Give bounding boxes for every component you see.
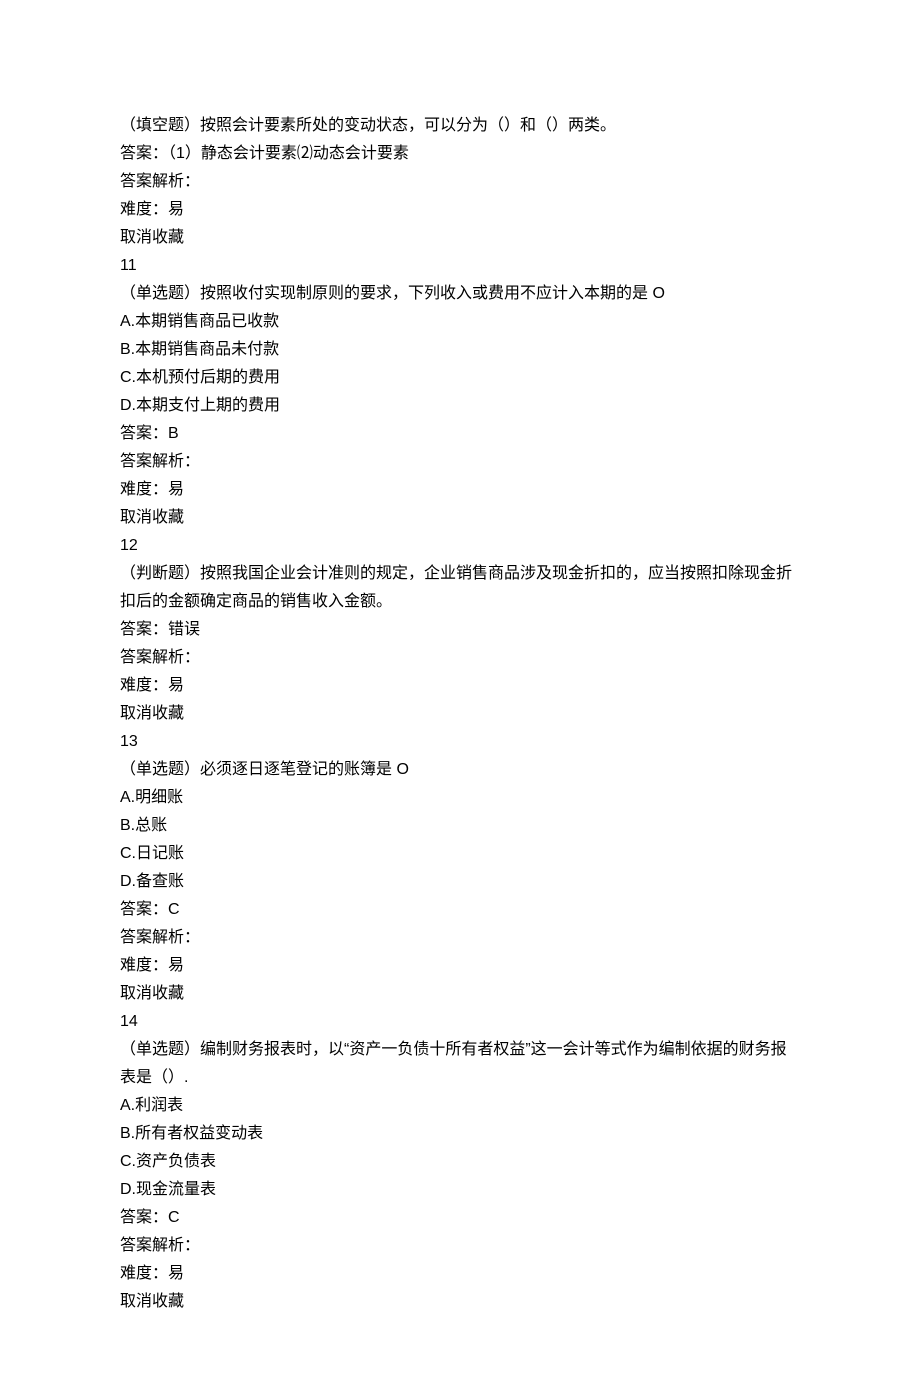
option-d: D.备查账 bbox=[120, 868, 800, 896]
document-page: （填空题）按照会计要素所处的变动状态，可以分为（）和（）两类。 答案：（1）静态… bbox=[0, 0, 920, 1376]
option-a: A.明细账 bbox=[120, 784, 800, 812]
analysis-line: 答案解析： bbox=[120, 448, 800, 476]
answer-line: 答案：（1）静态会计要素⑵动态会计要素 bbox=[120, 140, 800, 168]
answer-line: 答案：B bbox=[120, 420, 800, 448]
question-number: 12 bbox=[120, 532, 800, 560]
question-stem: （填空题）按照会计要素所处的变动状态，可以分为（）和（）两类。 bbox=[120, 112, 800, 140]
favorite-toggle[interactable]: 取消收藏 bbox=[120, 504, 800, 532]
favorite-toggle[interactable]: 取消收藏 bbox=[120, 700, 800, 728]
analysis-line: 答案解析： bbox=[120, 1232, 800, 1260]
question-stem: （单选题）编制财务报表时，以“资产一负债十所有者权益”这一会计等式作为编制依据的… bbox=[120, 1036, 800, 1092]
option-d: D.现金流量表 bbox=[120, 1176, 800, 1204]
option-b: B.总账 bbox=[120, 812, 800, 840]
answer-line: 答案：C bbox=[120, 1204, 800, 1232]
difficulty-line: 难度：易 bbox=[120, 476, 800, 504]
favorite-toggle[interactable]: 取消收藏 bbox=[120, 224, 800, 252]
question-stem: （单选题）按照收付实现制原则的要求，下列收入或费用不应计入本期的是 O bbox=[120, 280, 800, 308]
question-number: 11 bbox=[120, 252, 800, 280]
option-c: C.日记账 bbox=[120, 840, 800, 868]
answer-line: 答案：错误 bbox=[120, 616, 800, 644]
difficulty-line: 难度：易 bbox=[120, 1260, 800, 1288]
analysis-line: 答案解析： bbox=[120, 924, 800, 952]
question-stem: （判断题）按照我国企业会计准则的规定，企业销售商品涉及现金折扣的，应当按照扣除现… bbox=[120, 560, 800, 616]
favorite-toggle[interactable]: 取消收藏 bbox=[120, 980, 800, 1008]
difficulty-line: 难度：易 bbox=[120, 672, 800, 700]
answer-line: 答案：C bbox=[120, 896, 800, 924]
favorite-toggle[interactable]: 取消收藏 bbox=[120, 1288, 800, 1316]
option-b: B.本期销售商品未付款 bbox=[120, 336, 800, 364]
question-stem: （单选题）必须逐日逐笔登记的账簿是 O bbox=[120, 756, 800, 784]
analysis-line: 答案解析： bbox=[120, 644, 800, 672]
option-b: B.所有者权益变动表 bbox=[120, 1120, 800, 1148]
analysis-line: 答案解析： bbox=[120, 168, 800, 196]
option-c: C.本机预付后期的费用 bbox=[120, 364, 800, 392]
option-d: D.本期支付上期的费用 bbox=[120, 392, 800, 420]
difficulty-line: 难度：易 bbox=[120, 952, 800, 980]
difficulty-line: 难度：易 bbox=[120, 196, 800, 224]
option-a: A.利润表 bbox=[120, 1092, 800, 1120]
option-a: A.本期销售商品已收款 bbox=[120, 308, 800, 336]
option-c: C.资产负债表 bbox=[120, 1148, 800, 1176]
question-number: 14 bbox=[120, 1008, 800, 1036]
question-number: 13 bbox=[120, 728, 800, 756]
